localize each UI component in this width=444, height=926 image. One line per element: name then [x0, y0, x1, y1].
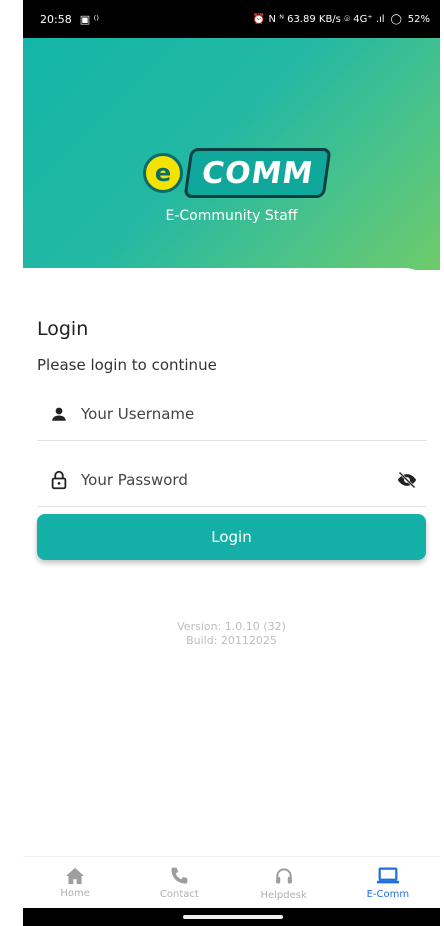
tab-helpdesk[interactable]: Helpdesk — [232, 857, 336, 909]
username-input[interactable]: Your Username — [81, 405, 427, 423]
app-screen: 20:58 ▣ ⁽⁾ ⏰ N ᴺ 63.89 KB/s ⌾ 4G⁺ .ıl ◯ … — [23, 0, 440, 926]
password-field[interactable]: Your Password — [37, 454, 427, 507]
tab-helpdesk-label: Helpdesk — [260, 890, 307, 901]
system-nav-bar — [23, 908, 440, 926]
status-indicators: ⏰ N ᴺ 63.89 KB/s ⌾ 4G⁺ .ıl — [252, 13, 385, 25]
lock-icon — [37, 470, 81, 490]
battery-level: 52% — [407, 13, 430, 25]
bottom-tab-bar: Home Contact Helpdesk E-Comm — [23, 856, 440, 909]
login-subtitle: Please login to continue — [37, 356, 217, 374]
visibility-off-icon[interactable] — [387, 471, 427, 489]
logo-wordmark: COMM — [183, 148, 332, 198]
tab-contact-label: Contact — [159, 889, 199, 900]
build-text: Build: 20112025 — [186, 634, 277, 647]
phone-icon — [171, 867, 188, 884]
version-text: Version: 1.0.10 (32) — [177, 620, 286, 633]
user-icon — [37, 405, 81, 423]
battery-icon: ◯ — [390, 13, 402, 25]
username-field[interactable]: Your Username — [37, 388, 427, 441]
home-gesture-handle[interactable] — [183, 915, 283, 919]
tab-home[interactable]: Home — [23, 857, 127, 909]
status-bar: 20:58 ▣ ⁽⁾ ⏰ N ᴺ 63.89 KB/s ⌾ 4G⁺ .ıl ◯ … — [23, 0, 440, 38]
login-title: Login — [37, 318, 89, 340]
headset-icon — [275, 868, 292, 884]
tab-ecomm-label: E-Comm — [366, 889, 410, 900]
tab-home-label: Home — [60, 888, 90, 899]
notification-icon: ▣ ⁽⁾ — [79, 12, 99, 26]
tab-contact[interactable]: Contact — [127, 857, 231, 909]
hero-banner: e COMM E-Community Staff — [23, 38, 440, 270]
app-logo: e COMM — [143, 148, 332, 198]
home-icon — [66, 867, 85, 885]
login-button[interactable]: Login — [37, 514, 426, 560]
tab-ecomm[interactable]: E-Comm — [336, 857, 440, 909]
laptop-icon — [376, 867, 399, 884]
app-tagline: E-Community Staff — [165, 208, 298, 224]
status-time: 20:58 — [40, 12, 72, 26]
logo-e-mark: e — [143, 153, 183, 193]
password-input[interactable]: Your Password — [81, 471, 387, 489]
